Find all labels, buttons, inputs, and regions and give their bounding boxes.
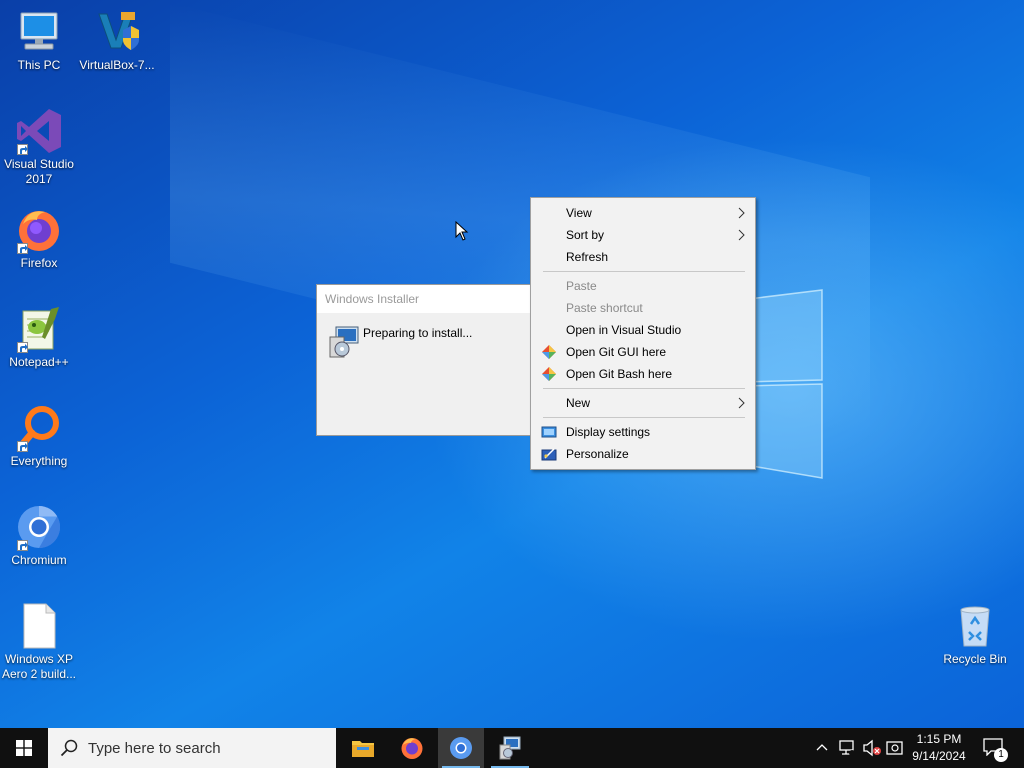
volume-muted-icon[interactable] <box>862 739 882 757</box>
document-icon <box>23 603 56 649</box>
shortcut-arrow-icon <box>17 342 28 353</box>
personalize-icon <box>541 448 557 461</box>
desktop-context-menu[interactable]: View Sort by Refresh Paste Paste shortcu… <box>530 197 756 470</box>
desktop-icon-document[interactable]: Windows XP Aero 2 build... <box>1 602 77 682</box>
firefox-icon <box>401 738 423 759</box>
menu-item-display-settings[interactable]: Display settings <box>533 421 753 443</box>
desktop-icon-label: Everything <box>10 454 68 468</box>
taskbar-app-chromium[interactable] <box>438 728 484 768</box>
shortcut-arrow-icon <box>17 144 28 155</box>
menu-item-label: Personalize <box>566 447 629 461</box>
shortcut-arrow-icon <box>17 441 28 452</box>
search-icon <box>60 739 78 757</box>
git-icon <box>542 345 556 359</box>
menu-item-label: Paste <box>566 279 597 293</box>
file-explorer-icon <box>352 741 374 757</box>
desktop-icon-label: Recycle Bin <box>943 652 1007 666</box>
desktop-icon-label: Windows XP Aero 2 build... <box>1 652 77 681</box>
installer-title[interactable]: Windows Installer <box>317 285 545 313</box>
desktop-icon-virtualbox[interactable]: VirtualBox-7... <box>79 8 155 73</box>
desktop-icon-label: Visual Studio 2017 <box>4 157 74 186</box>
desktop-icon-firefox[interactable]: Firefox <box>1 206 77 271</box>
chevron-right-icon <box>738 397 745 409</box>
menu-item-open-git-gui[interactable]: Open Git GUI here <box>533 341 753 363</box>
desktop-icon-label: Firefox <box>20 256 58 270</box>
desktop-icon-notepadpp[interactable]: Notepad++ <box>1 305 77 370</box>
taskbar-app-installer[interactable] <box>487 728 533 768</box>
desktop-icon-label: Chromium <box>11 553 67 567</box>
notification-center-button[interactable]: 1 <box>978 728 1018 768</box>
taskbar-search-box[interactable]: Type here to search <box>48 728 336 768</box>
menu-item-label: Display settings <box>566 425 651 439</box>
menu-separator <box>543 271 745 272</box>
menu-item-open-in-visual-studio[interactable]: Open in Visual Studio <box>533 319 753 341</box>
menu-item-refresh[interactable]: Refresh <box>533 246 753 268</box>
display-icon <box>541 426 557 438</box>
virtualbox-installer-icon <box>98 12 139 50</box>
menu-item-label: Sort by <box>566 228 605 242</box>
menu-item-label: Open Git Bash here <box>566 367 673 381</box>
desktop-icon-chromium[interactable]: Chromium <box>1 503 77 568</box>
computer-icon <box>20 12 58 50</box>
desktop-icon-label: This PC <box>17 58 61 72</box>
clock-date: 9/14/2024 <box>912 749 966 763</box>
start-button[interactable] <box>0 728 48 768</box>
network-icon[interactable] <box>838 739 856 757</box>
git-icon <box>542 367 556 381</box>
menu-item-label: View <box>566 206 592 220</box>
desktop-icon-visual-studio[interactable]: Visual Studio 2017 <box>1 107 77 187</box>
installer-status: Preparing to install... <box>363 326 473 340</box>
desktop-icon-recycle-bin[interactable]: Recycle Bin <box>937 602 1013 667</box>
menu-item-label: Open in Visual Studio <box>566 323 682 337</box>
clock-time: 1:15 PM <box>916 732 962 746</box>
system-clock[interactable]: 1:15 PM 9/14/2024 <box>900 731 978 765</box>
shortcut-arrow-icon <box>17 243 28 254</box>
menu-item-label: Refresh <box>566 250 609 264</box>
taskbar-app-firefox[interactable] <box>389 728 435 768</box>
shortcut-arrow-icon <box>17 540 28 551</box>
menu-separator <box>543 388 745 389</box>
chevron-right-icon <box>738 207 745 219</box>
windows-installer-dialog[interactable]: Windows Installer Preparing to install..… <box>316 284 546 436</box>
windows-start-icon <box>16 740 32 756</box>
menu-separator <box>543 417 745 418</box>
menu-item-sort-by[interactable]: Sort by <box>533 224 753 246</box>
search-placeholder: Type here to search <box>88 740 221 757</box>
notification-count-badge: 1 <box>994 748 1008 762</box>
menu-item-new[interactable]: New <box>533 392 753 414</box>
menu-item-label: New <box>566 396 591 410</box>
menu-item-label: Paste shortcut <box>566 301 643 315</box>
chromium-icon <box>450 737 472 759</box>
menu-item-view[interactable]: View <box>533 202 753 224</box>
menu-item-paste: Paste <box>533 275 753 297</box>
desktop[interactable]: This PC VirtualBox-7... Visual Studio 20… <box>0 0 1024 728</box>
installer-icon <box>329 326 359 358</box>
mouse-cursor-icon <box>455 221 469 241</box>
menu-item-paste-shortcut: Paste shortcut <box>533 297 753 319</box>
desktop-icon-label: Notepad++ <box>9 355 69 369</box>
menu-item-open-git-bash[interactable]: Open Git Bash here <box>533 363 753 385</box>
chevron-right-icon <box>738 229 745 241</box>
menu-item-label: Open Git GUI here <box>566 345 667 359</box>
recycle-bin-icon <box>960 606 990 647</box>
taskbar-app-file-explorer[interactable] <box>340 728 386 768</box>
desktop-icon-everything[interactable]: Everything <box>1 404 77 469</box>
desktop-icon-this-pc[interactable]: This PC <box>1 8 77 73</box>
chevron-up-icon[interactable] <box>816 743 828 751</box>
taskbar: Type here to search 1:15 PM 9/14/2024 1 <box>0 728 1024 768</box>
desktop-icon-label: VirtualBox-7... <box>79 58 155 72</box>
menu-item-personalize[interactable]: Personalize <box>533 443 753 465</box>
installer-icon <box>499 736 521 760</box>
